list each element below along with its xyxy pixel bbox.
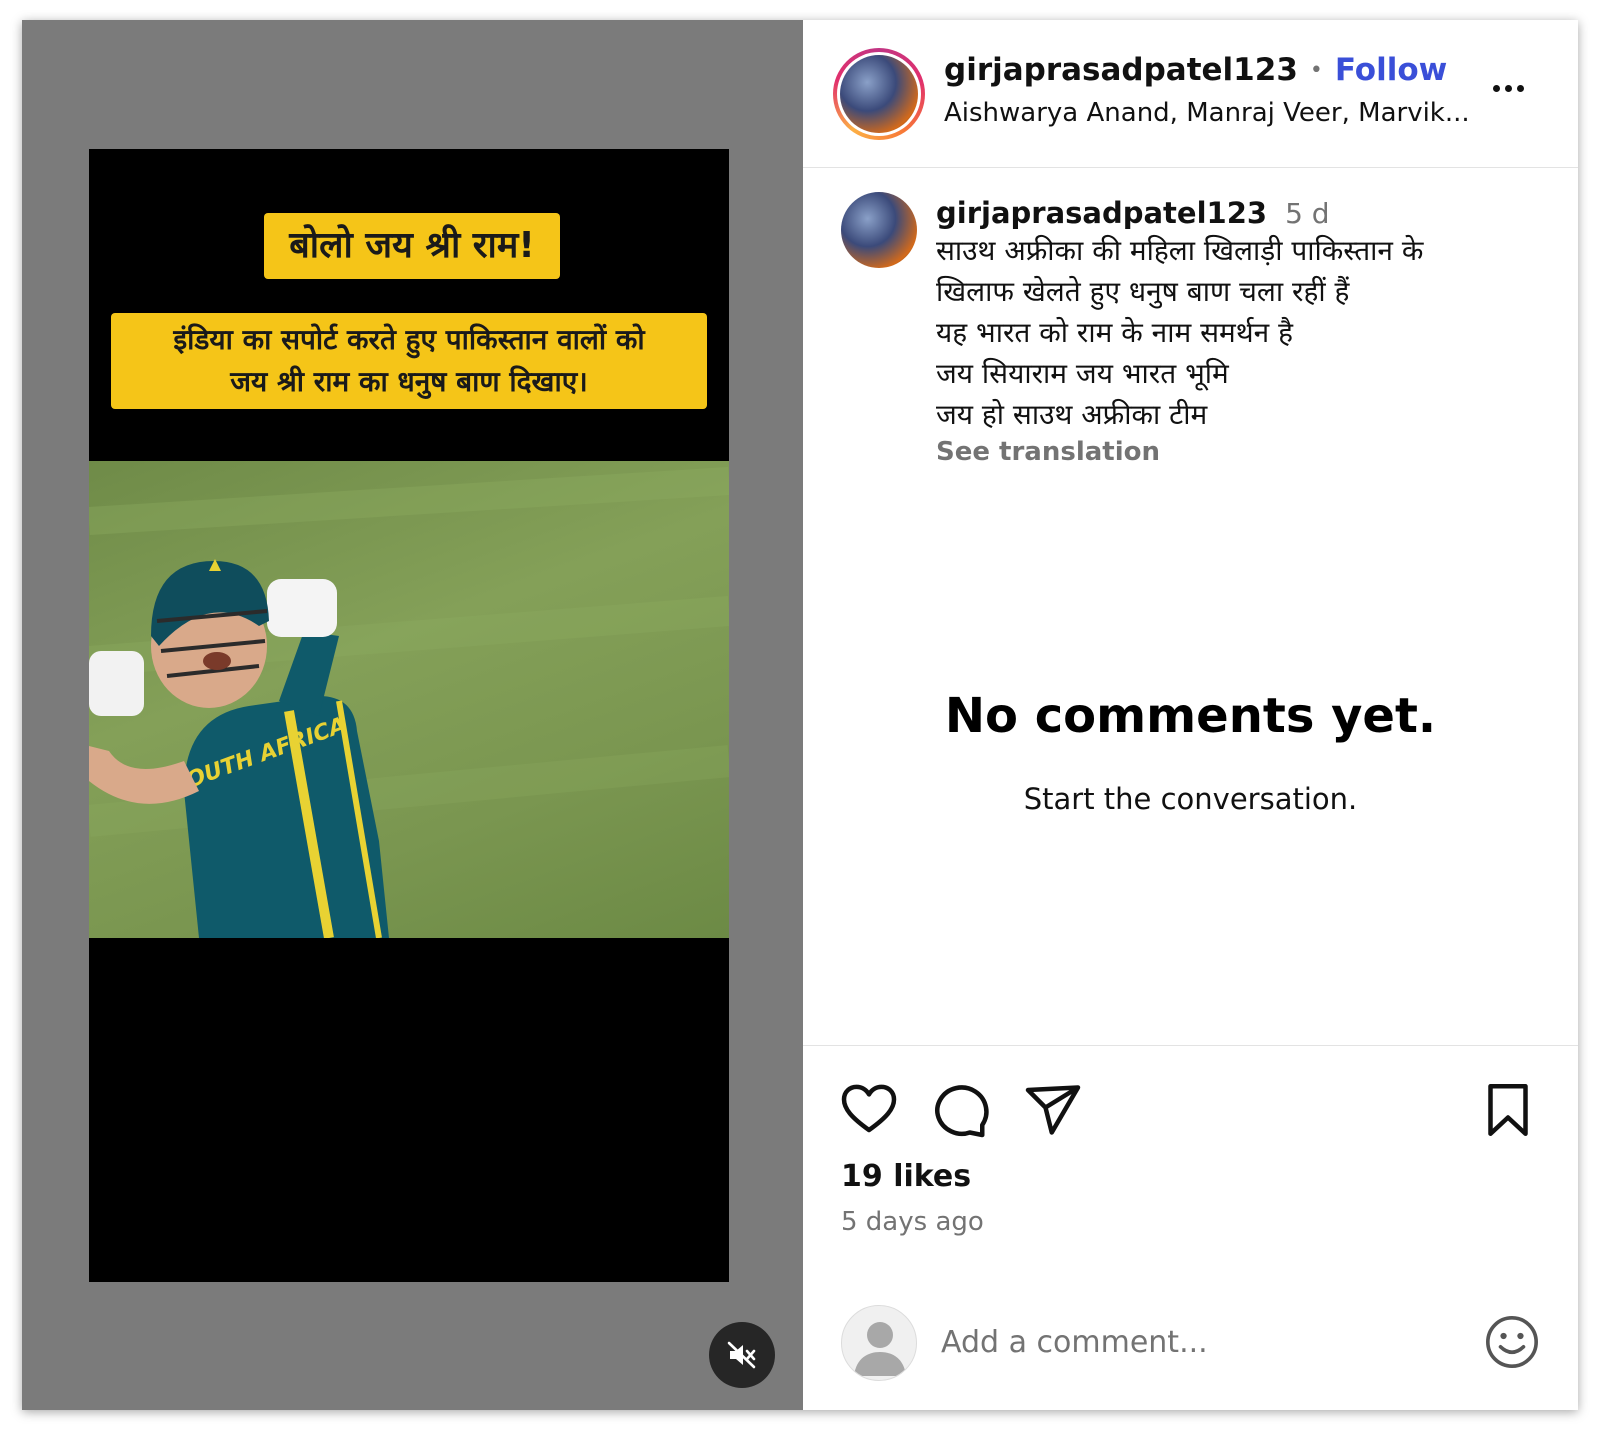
- caption-line: जय हो साउथ अफ्रीका टीम: [936, 398, 1208, 431]
- header-title-row: girjaprasadpatel123 • Follow: [944, 52, 1447, 88]
- follow-button[interactable]: Follow: [1335, 52, 1447, 88]
- no-comments-title: No comments yet.: [944, 688, 1437, 744]
- cricket-player-photo: SOUTH AFRICA: [89, 461, 729, 938]
- post-caption: girjaprasadpatel123 5 d साउथ अफ्रीका की …: [936, 196, 1546, 467]
- add-comment-bar: [803, 1285, 1578, 1410]
- bookmark-icon[interactable]: [1478, 1080, 1538, 1140]
- post-side-pane: girjaprasadpatel123 • Follow Aishwarya A…: [803, 20, 1578, 1410]
- comment-icon[interactable]: [931, 1080, 991, 1140]
- reel-video[interactable]: बोलो जय श्री राम! इंडिया का सपोर्ट करते …: [89, 149, 729, 1282]
- video-banner-line-2: जय श्री राम का धनुष बाण दिखाए।: [230, 365, 588, 398]
- caption-line: साउथ अफ्रीका की महिला खिलाड़ी पाकिस्तान …: [936, 234, 1424, 267]
- caption-username[interactable]: girjaprasadpatel123: [936, 196, 1267, 230]
- share-icon[interactable]: [1023, 1080, 1083, 1140]
- mute-toggle-button[interactable]: [709, 1322, 775, 1388]
- current-user-avatar: [841, 1305, 917, 1381]
- caption-line: यह भारत को राम के नाम समर्थन है: [936, 316, 1293, 349]
- emoji-icon[interactable]: [1483, 1313, 1541, 1371]
- more-options-button[interactable]: [1483, 68, 1533, 108]
- caption-author-avatar[interactable]: [841, 192, 917, 268]
- post-dialog: बोलो जय श्री राम! इंडिया का सपोर्ट करते …: [22, 20, 1578, 1410]
- no-comments-subtitle: Start the conversation.: [1023, 782, 1358, 816]
- media-pane: बोलो जय श्री राम! इंडिया का सपोर्ट करते …: [22, 20, 803, 1410]
- caption-line: खिलाफ खेलते हुए धनुष बाण चला रहीं हैं: [936, 275, 1350, 308]
- separator-dot: •: [1309, 57, 1323, 83]
- caption-line: जय सियाराम जय भारत भूमि: [936, 357, 1229, 390]
- default-user-icon: [854, 1322, 906, 1376]
- author-avatar: [840, 55, 918, 133]
- divider: [803, 1045, 1578, 1046]
- video-banner-bottom: इंडिया का सपोर्ट करते हुए पाकिस्तान वालो…: [111, 313, 707, 409]
- add-comment-input[interactable]: [941, 1317, 1441, 1367]
- player-illustration: SOUTH AFRICA: [89, 467, 729, 938]
- audio-attribution[interactable]: Aishwarya Anand, Manraj Veer, Marvik...: [944, 98, 1470, 128]
- heart-icon[interactable]: [839, 1080, 899, 1140]
- video-banner-top: बोलो जय श्री राम!: [264, 213, 560, 279]
- ellipsis-icon: [1492, 84, 1500, 92]
- post-header: girjaprasadpatel123 • Follow Aishwarya A…: [803, 20, 1578, 168]
- post-time-ago[interactable]: 5 days ago: [841, 1207, 984, 1237]
- likes-count[interactable]: 19 likes: [841, 1159, 971, 1194]
- video-banner-line-1: इंडिया का सपोर्ट करते हुए पाकिस्तान वालो…: [173, 323, 645, 356]
- see-translation-link[interactable]: See translation: [936, 437, 1160, 467]
- speaker-muted-icon: [727, 1341, 756, 1369]
- author-avatar-story-ring[interactable]: [833, 48, 925, 140]
- author-username[interactable]: girjaprasadpatel123: [944, 52, 1298, 88]
- caption-timestamp[interactable]: 5 d: [1285, 197, 1330, 230]
